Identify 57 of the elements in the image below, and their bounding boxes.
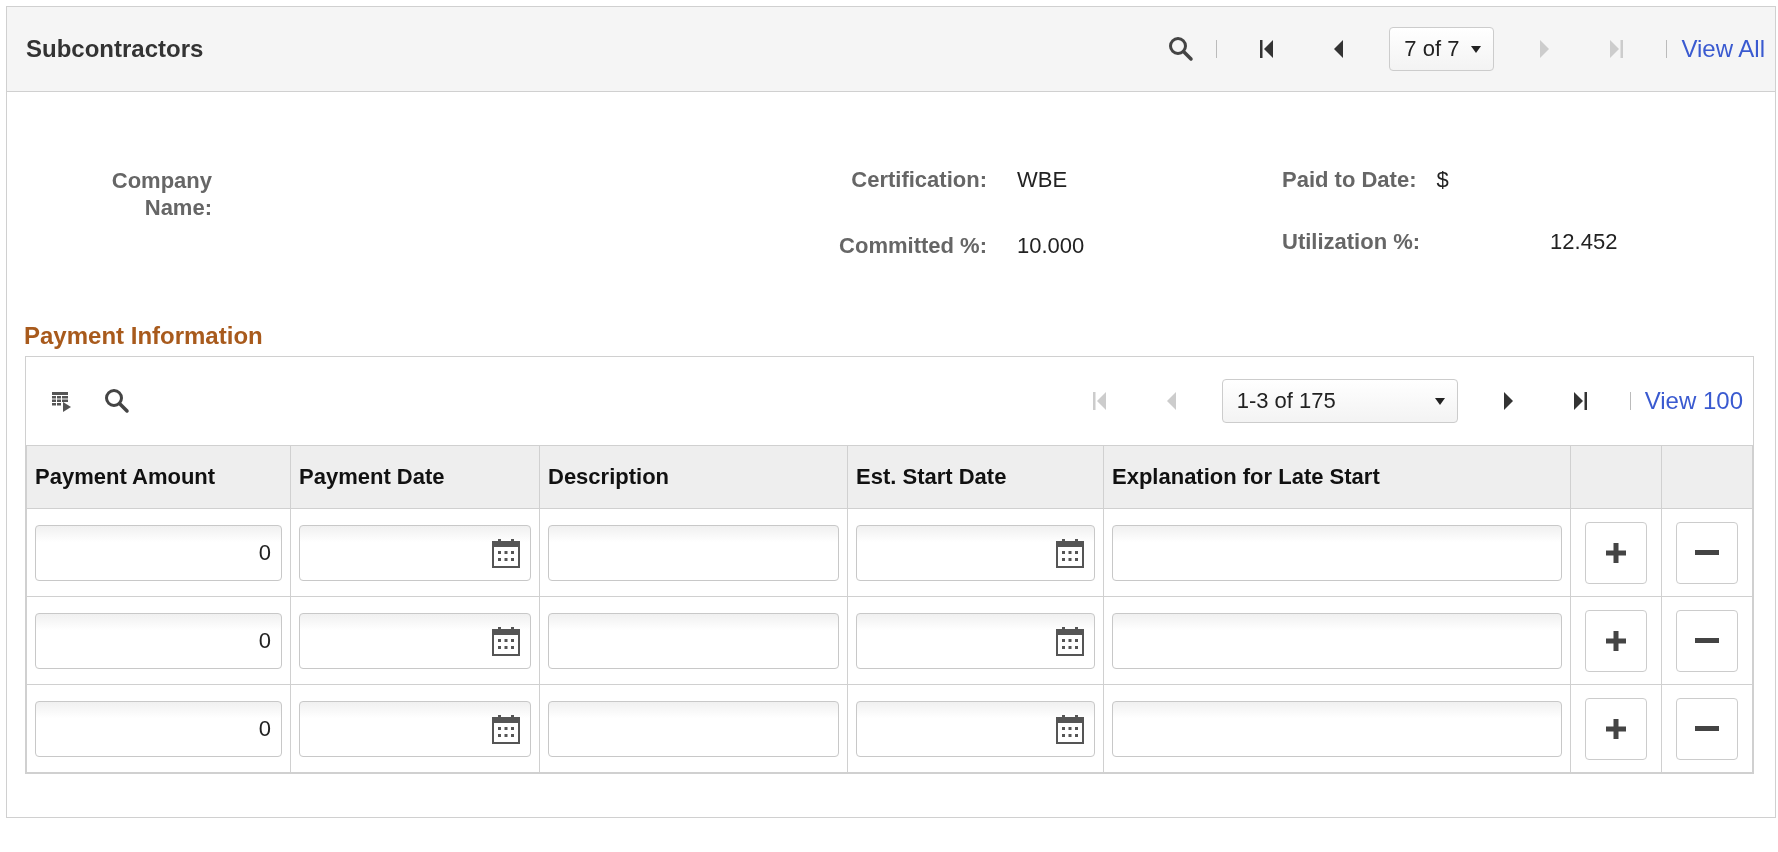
date-field[interactable]: [856, 612, 1095, 669]
plus-icon: [1605, 541, 1627, 564]
page-select[interactable]: 1-3 of 175: [1221, 379, 1458, 423]
view-all-link[interactable]: View 100: [1644, 387, 1743, 415]
field-value: 10.000: [1017, 233, 1086, 259]
calendar-icon: [1056, 537, 1084, 568]
column-header: Description: [539, 445, 848, 509]
calendar-icon: [492, 625, 520, 656]
add-row-button[interactable]: [1585, 609, 1647, 672]
search-icon: [104, 388, 130, 414]
minus-icon: [1695, 726, 1719, 731]
add-row-button[interactable]: [1585, 521, 1647, 584]
section-title: Payment Information: [24, 322, 264, 350]
amount-field[interactable]: 0: [35, 612, 282, 669]
column-header: Explanation for Late Start: [1103, 445, 1571, 509]
date-field[interactable]: [299, 612, 531, 669]
field-label: Company Name:: [110, 167, 212, 222]
description-field[interactable]: [548, 524, 839, 581]
calendar-icon: [492, 713, 520, 744]
date-field[interactable]: [299, 700, 531, 757]
field-label: Certification:: [851, 167, 987, 193]
minus-icon: [1695, 638, 1719, 643]
column-header: Est. Start Date: [847, 445, 1104, 509]
search-icon: [1168, 36, 1195, 62]
page-select[interactable]: 7 of 7: [1389, 27, 1495, 71]
plus-icon: [1605, 717, 1627, 740]
field-value: WBE: [1017, 167, 1069, 193]
caret-icon: [1434, 396, 1445, 406]
explanation-field[interactable]: [1112, 700, 1562, 757]
description-field[interactable]: [548, 700, 839, 757]
field-label: Utilization %:: [1282, 229, 1421, 255]
date-field[interactable]: [299, 524, 531, 581]
calendar-icon: [1056, 625, 1084, 656]
minus-icon: [1695, 550, 1719, 555]
column-header: Payment Date: [290, 445, 540, 509]
date-field[interactable]: [856, 700, 1095, 757]
delete-row-button[interactable]: [1676, 697, 1738, 760]
delete-row-button[interactable]: [1676, 521, 1738, 584]
caret-icon: [1471, 44, 1482, 54]
amount-field[interactable]: 0: [35, 524, 282, 581]
calendar-icon: [492, 537, 520, 568]
view-all-link[interactable]: View All: [1681, 35, 1765, 63]
delete-row-button[interactable]: [1676, 609, 1738, 672]
field-value: $: [1436, 167, 1450, 193]
explanation-field[interactable]: [1112, 524, 1562, 581]
field-value: 12.452: [1550, 229, 1619, 255]
plus-icon: [1605, 629, 1627, 652]
amount-field[interactable]: 0: [35, 700, 282, 757]
description-field[interactable]: [548, 612, 839, 669]
field-label: Paid to Date:: [1282, 167, 1417, 193]
calendar-icon: [1056, 713, 1084, 744]
add-row-button[interactable]: [1585, 697, 1647, 760]
column-header: Payment Amount: [26, 445, 291, 509]
panel-title: Subcontractors: [26, 35, 205, 63]
explanation-field[interactable]: [1112, 612, 1562, 669]
field-label: Committed %:: [839, 233, 987, 259]
date-field[interactable]: [856, 524, 1095, 581]
